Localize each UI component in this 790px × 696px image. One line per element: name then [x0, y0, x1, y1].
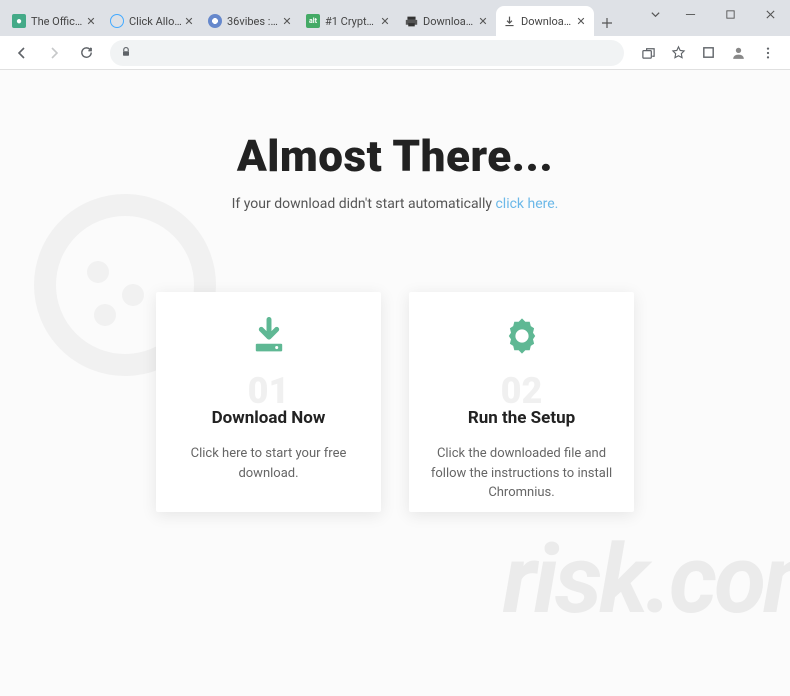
- window-controls: [640, 0, 790, 28]
- tab-1[interactable]: Click Allow ✕: [104, 6, 202, 36]
- chevron-down-icon[interactable]: [640, 0, 670, 28]
- page-title: Almost There...: [0, 130, 790, 182]
- url-bar[interactable]: [110, 40, 624, 66]
- close-icon[interactable]: ✕: [182, 14, 196, 28]
- profile-icon[interactable]: [724, 39, 752, 67]
- tab-title: 36vibes : You: [227, 15, 280, 28]
- subtitle-text: If your download didn't start automatica…: [232, 196, 496, 212]
- card-title: Run the Setup: [468, 408, 575, 428]
- setup-card[interactable]: 02 Run the Setup Click the downloaded fi…: [409, 292, 634, 512]
- favicon-icon: ●: [12, 14, 26, 28]
- close-icon[interactable]: ✕: [84, 14, 98, 28]
- lock-icon: [120, 43, 132, 62]
- tab-title: Download m: [423, 15, 476, 28]
- close-button[interactable]: [750, 0, 790, 28]
- card-desc: Click the downloaded file and follow the…: [429, 444, 614, 503]
- menu-icon[interactable]: [754, 39, 782, 67]
- content: Almost There... If your download didn't …: [0, 70, 790, 512]
- favicon-icon: [208, 14, 222, 28]
- printer-icon: [404, 14, 418, 28]
- new-tab-button[interactable]: [594, 10, 620, 36]
- back-button[interactable]: [8, 39, 36, 67]
- download-card[interactable]: 01 Download Now Click here to start your…: [156, 292, 381, 512]
- subtitle: If your download didn't start automatica…: [0, 196, 790, 212]
- share-icon[interactable]: [634, 39, 662, 67]
- card-number: 01: [248, 370, 290, 412]
- card-desc: Click here to start your free download.: [176, 444, 361, 483]
- star-icon[interactable]: [664, 39, 692, 67]
- tab-5[interactable]: Download Re ✕: [496, 6, 594, 36]
- toolbar-right: [634, 39, 782, 67]
- card-number: 02: [501, 370, 543, 412]
- tab-4[interactable]: Download m ✕: [398, 6, 496, 36]
- tab-2[interactable]: 36vibes : You ✕: [202, 6, 300, 36]
- download-icon: [502, 14, 516, 28]
- minimize-button[interactable]: [670, 0, 710, 28]
- page-content: risk.com Almost There... If your downloa…: [0, 70, 790, 696]
- card-title: Download Now: [212, 408, 326, 428]
- tab-title: Download Re: [521, 15, 574, 28]
- close-icon[interactable]: ✕: [574, 14, 588, 28]
- favicon-icon: alt: [306, 14, 320, 28]
- tab-3[interactable]: alt #1 Cryptocur ✕: [300, 6, 398, 36]
- download-icon: [247, 314, 291, 362]
- tab-title: #1 Cryptocur: [325, 15, 378, 28]
- close-icon[interactable]: ✕: [476, 14, 490, 28]
- maximize-button[interactable]: [710, 0, 750, 28]
- toolbar: [0, 36, 790, 70]
- forward-button[interactable]: [40, 39, 68, 67]
- cards-row: 01 Download Now Click here to start your…: [0, 292, 790, 512]
- click-here-link[interactable]: click here.: [495, 196, 558, 212]
- reload-button[interactable]: [72, 39, 100, 67]
- watermark-text: risk.com: [503, 525, 790, 636]
- gear-icon: [500, 314, 544, 362]
- tab-0[interactable]: ● The Official H ✕: [6, 6, 104, 36]
- tab-title: Click Allow: [129, 15, 182, 28]
- extensions-icon[interactable]: [694, 39, 722, 67]
- favicon-icon: [110, 14, 124, 28]
- close-icon[interactable]: ✕: [280, 14, 294, 28]
- close-icon[interactable]: ✕: [378, 14, 392, 28]
- tab-title: The Official H: [31, 15, 84, 28]
